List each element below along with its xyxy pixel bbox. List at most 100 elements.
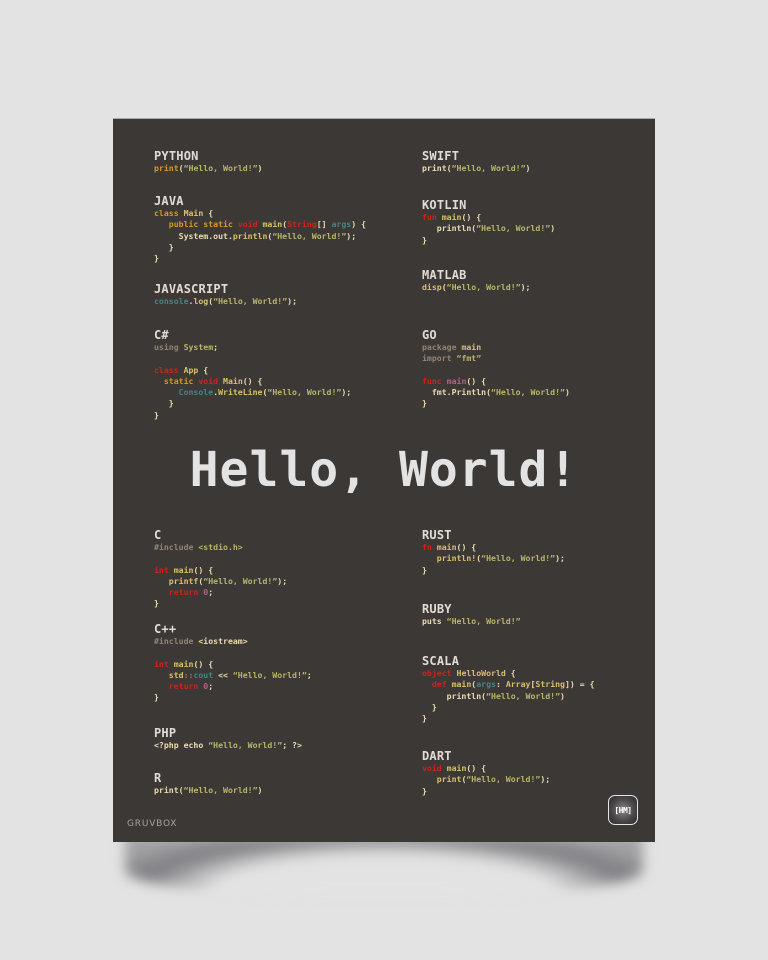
code-line: } [422, 786, 550, 797]
language-name: KOTLIN [422, 198, 467, 212]
code-token: WriteLine [218, 387, 263, 398]
code-line: print(“Hello, World!”) [154, 785, 262, 796]
code-token: ) [257, 163, 263, 173]
lang-block-go: GO package main import “fmt” func main() { … [422, 329, 570, 410]
language-name: PYTHON [154, 149, 199, 163]
language-name: DART [422, 749, 452, 763]
code-token: #include [154, 636, 199, 646]
poster-shadow [125, 835, 643, 895]
code-token: #include [154, 542, 199, 552]
code-token: print [422, 774, 462, 785]
code-token: print [154, 163, 179, 173]
code-line: } [422, 565, 565, 576]
code-token: “Hello, World!” [208, 740, 283, 750]
code-token: public static [154, 219, 238, 230]
code-token: ) [550, 223, 556, 234]
code-token: “Hello, World!” [446, 616, 521, 626]
code-token: fmt.Println [422, 387, 487, 398]
code-token: ; ?> [282, 740, 302, 750]
code-line: fmt.Println(“Hello, World!”) [422, 387, 570, 398]
code-token: int [154, 564, 174, 575]
code-token: () { [456, 542, 477, 552]
code-token: func [422, 375, 447, 386]
lang-block-rust: RUST fn main() { println!(“Hello, World!”… [422, 529, 565, 576]
code-token: <stdio.h> [198, 542, 243, 552]
code-token: class [154, 208, 184, 218]
code-token: int [154, 658, 174, 669]
code-token: } [154, 598, 159, 609]
code-token: } [422, 785, 427, 796]
code-snippet: #include <iostream> int main() { std::cou… [154, 636, 312, 704]
code-token: ); [287, 296, 297, 306]
code-line: puts “Hello, World!” [422, 616, 521, 627]
lang-block-java: JAVA class Main { public static void main… [154, 195, 366, 264]
code-token: main [436, 542, 457, 552]
code-token: main [262, 219, 283, 230]
code-token: } [154, 398, 174, 409]
code-token: static [154, 375, 199, 386]
code-token: std [154, 669, 184, 680]
language-name: GO [422, 328, 437, 342]
code-token: } [422, 713, 427, 724]
poster-title: Hello, World! [189, 442, 579, 498]
code-token: } [154, 241, 174, 252]
code-token: return [154, 681, 204, 692]
code-token: () { [193, 564, 214, 575]
hello-world-poster: PYTHON print(“Hello, World!”) JAVA class M… [113, 118, 655, 842]
code-token: using [154, 342, 184, 352]
code-token: System [183, 342, 214, 352]
code-token: main [441, 212, 462, 222]
code-token: () { [193, 658, 214, 669]
code-token: disp [422, 282, 442, 292]
language-name: PHP [154, 726, 177, 740]
lang-block-ruby: RUBY puts “Hello, World!” [422, 603, 521, 627]
code-token: cout [193, 669, 214, 680]
code-line: Console.WriteLine(“Hello, World!”); [154, 387, 352, 398]
code-token: :: [183, 669, 194, 680]
code-line: int main() { [154, 659, 312, 670]
lang-block-javascript: JAVASCRIPT console.log(“Hello, World!”); [154, 283, 297, 307]
code-line: public static void main(String[] args) { [154, 219, 366, 230]
code-snippet: using System; class App { static void Mai… [154, 342, 351, 421]
code-token: println [422, 223, 472, 234]
code-token: Main [223, 375, 243, 386]
code-line: } [154, 410, 351, 421]
code-token: ) [564, 387, 570, 398]
code-snippet: class Main { public static void main(Str… [154, 208, 366, 264]
code-line: } [422, 702, 595, 713]
code-token: ; [306, 669, 312, 680]
code-token: main [446, 763, 467, 773]
code-token: ); [277, 575, 288, 586]
code-line: println!(“Hello, World!”); [422, 553, 565, 564]
code-token: “Hello, World!” [183, 785, 258, 795]
code-line: } [154, 692, 312, 703]
code-line: console.log(“Hello, World!”); [154, 296, 297, 307]
code-token: } [154, 409, 159, 420]
code-token: App [183, 364, 199, 375]
code-token: [] [316, 219, 332, 230]
code-line: } [154, 253, 366, 264]
language-name: C# [154, 328, 169, 342]
language-name: C++ [154, 622, 177, 636]
code-token: HelloWorld [456, 668, 506, 678]
code-token: () { [461, 212, 482, 222]
lang-block-swift: SWIFT print(“Hello, World!”) [422, 150, 530, 174]
code-token: Main [183, 208, 204, 218]
language-name: RUBY [422, 602, 452, 616]
language-name: RUST [422, 528, 452, 542]
code-line: print(“Hello, World!”) [154, 163, 262, 174]
code-line: } [422, 398, 570, 409]
code-token: “Hello, World!” [446, 282, 521, 292]
language-name: SWIFT [422, 149, 460, 163]
code-token: ); [540, 774, 551, 785]
code-line: } [154, 398, 351, 409]
code-line: } [422, 235, 555, 246]
code-token: << [213, 669, 233, 680]
code-token: Console [154, 387, 214, 398]
code-token: ) [257, 785, 263, 795]
code-token: console [154, 296, 189, 306]
lang-block-kotlin: KOTLIN fun main() { println(“Hello, World… [422, 199, 555, 246]
code-line: package main [422, 342, 570, 353]
